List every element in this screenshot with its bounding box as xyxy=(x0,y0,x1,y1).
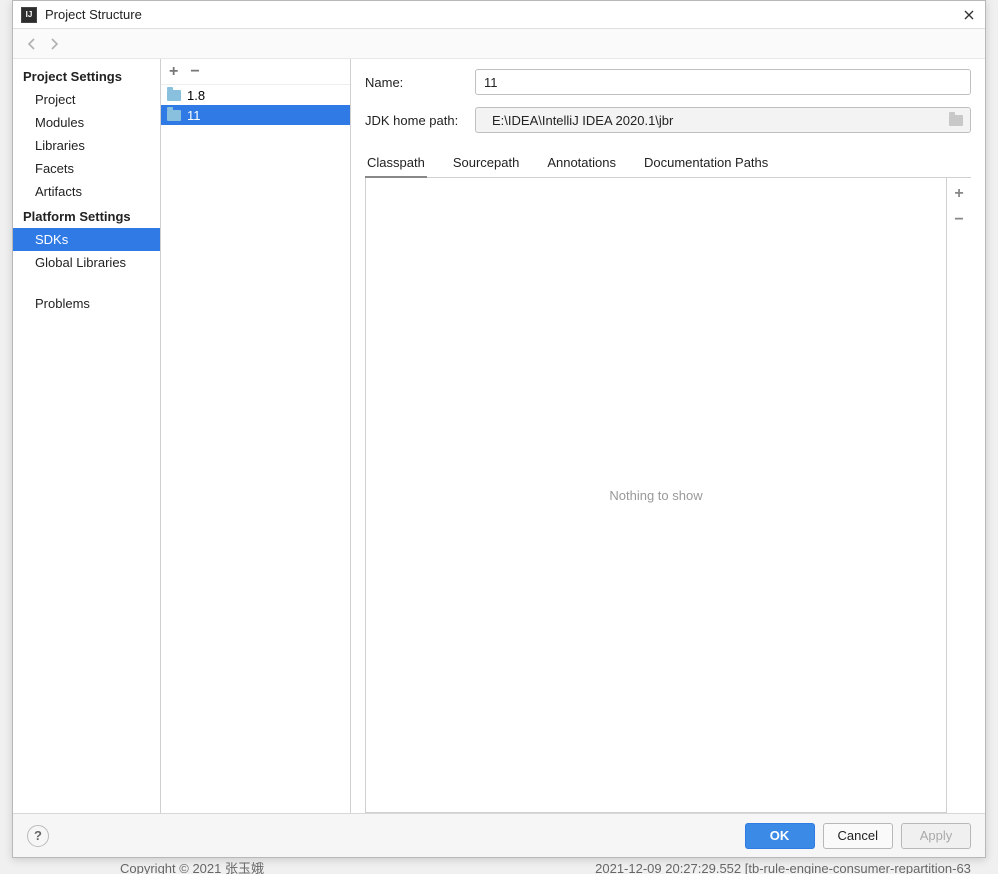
remove-sdk-icon[interactable]: − xyxy=(190,64,199,80)
sdk-name-input[interactable] xyxy=(475,69,971,95)
titlebar: Project Structure xyxy=(13,1,985,29)
cancel-button[interactable]: Cancel xyxy=(823,823,893,849)
tab-documentation-paths[interactable]: Documentation Paths xyxy=(642,149,770,178)
sdk-entry-label: 1.8 xyxy=(187,88,205,103)
classpath-area: Nothing to show + − xyxy=(365,178,971,813)
sidebar-item-modules[interactable]: Modules xyxy=(13,111,160,134)
sidebar-spacer xyxy=(13,274,160,292)
classpath-empty-text: Nothing to show xyxy=(609,488,702,503)
add-classpath-icon[interactable]: + xyxy=(954,186,963,202)
browse-path-button[interactable] xyxy=(946,110,966,130)
path-label: JDK home path: xyxy=(365,113,465,128)
sdk-list-column: + − 1.8 11 xyxy=(161,59,351,813)
nav-forward-icon[interactable] xyxy=(43,33,65,55)
nav-back-icon[interactable] xyxy=(21,33,43,55)
folder-icon xyxy=(167,110,181,121)
settings-sidebar: Project Settings Project Modules Librari… xyxy=(13,59,161,813)
sidebar-item-artifacts[interactable]: Artifacts xyxy=(13,180,160,203)
sdk-list: 1.8 11 xyxy=(161,85,350,813)
tab-classpath[interactable]: Classpath xyxy=(365,149,427,178)
folder-icon xyxy=(949,115,963,126)
sidebar-item-libraries[interactable]: Libraries xyxy=(13,134,160,157)
sidebar-item-project[interactable]: Project xyxy=(13,88,160,111)
close-icon[interactable] xyxy=(961,7,977,23)
sdk-entry-1-8[interactable]: 1.8 xyxy=(161,85,350,105)
sdk-list-toolbar: + − xyxy=(161,59,350,85)
ok-button[interactable]: OK xyxy=(745,823,815,849)
sidebar-item-facets[interactable]: Facets xyxy=(13,157,160,180)
background-copyright: Copyright © 2021 张玉娥 2021-12-09 20:27:29… xyxy=(0,858,998,874)
sdk-details-pane: Name: JDK home path: Classpath Sourcepat… xyxy=(351,59,985,813)
path-row: JDK home path: xyxy=(365,107,971,133)
remove-classpath-icon[interactable]: − xyxy=(954,212,963,228)
help-icon[interactable]: ? xyxy=(27,825,49,847)
tab-annotations[interactable]: Annotations xyxy=(545,149,618,178)
sidebar-item-global-libraries[interactable]: Global Libraries xyxy=(13,251,160,274)
section-platform-settings: Platform Settings xyxy=(13,203,160,228)
tab-sourcepath[interactable]: Sourcepath xyxy=(451,149,522,178)
sdk-entry-11[interactable]: 11 xyxy=(161,105,350,125)
name-row: Name: xyxy=(365,69,971,95)
apply-button[interactable]: Apply xyxy=(901,823,971,849)
sdk-tabs: Classpath Sourcepath Annotations Documen… xyxy=(365,149,971,178)
name-label: Name: xyxy=(365,75,465,90)
classpath-list[interactable]: Nothing to show xyxy=(365,178,947,813)
path-field-wrap xyxy=(475,107,971,133)
section-project-settings: Project Settings xyxy=(13,63,160,88)
jdk-home-path-input[interactable] xyxy=(484,108,946,132)
folder-icon xyxy=(167,90,181,101)
sdk-entry-label: 11 xyxy=(187,108,201,123)
sidebar-item-problems[interactable]: Problems xyxy=(13,292,160,315)
dialog-body: Project Settings Project Modules Librari… xyxy=(13,59,985,813)
classpath-tools: + − xyxy=(947,178,971,813)
add-sdk-icon[interactable]: + xyxy=(169,64,178,80)
sidebar-item-sdks[interactable]: SDKs xyxy=(13,228,160,251)
intellij-icon xyxy=(21,7,37,23)
window-title: Project Structure xyxy=(45,7,961,22)
nav-toolstrip xyxy=(13,29,985,59)
dialog-footer: ? OK Cancel Apply xyxy=(13,813,985,857)
project-structure-dialog: Project Structure Project Settings Proje… xyxy=(12,0,986,858)
